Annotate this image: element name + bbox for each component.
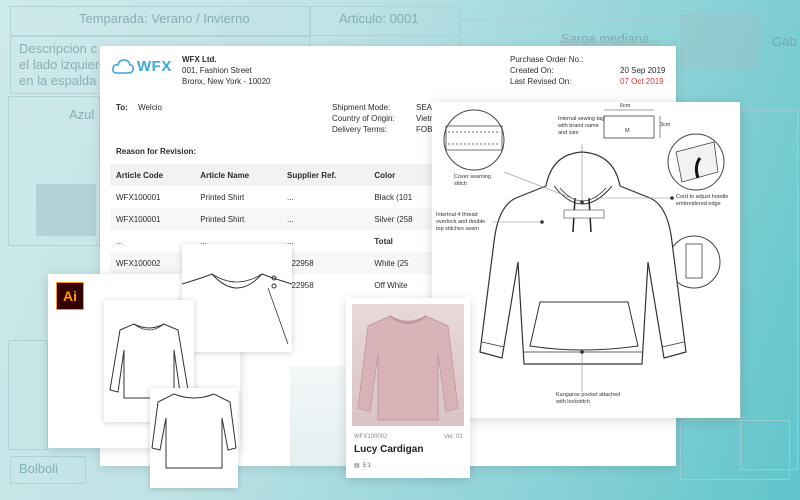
delivery-label: Delivery Terms: [332, 125, 387, 134]
column-header: Supplier Ref. [281, 164, 369, 186]
sweater-back-sketch [151, 393, 237, 469]
po-meta-labels: Purchase Order No.: Created On: Last Rev… [510, 54, 583, 87]
to-value: Welcio [138, 103, 162, 112]
revised-value: 07 Oct 2019 [620, 77, 664, 86]
table-cell: Printed Shirt [200, 192, 245, 202]
bg-footer-text: Bolboli [19, 461, 59, 476]
table-cell: Silver (258 [368, 208, 440, 230]
bg-article-cell: Articulo: 0001 [310, 6, 460, 36]
product-name: Lucy Cardigan [354, 444, 424, 455]
table-cell: Off White [374, 280, 408, 290]
cardigan-photo [357, 315, 459, 421]
table-cell: WFX100001 [110, 208, 195, 230]
shipment-mode-label: Shipment Mode: [332, 103, 391, 112]
table-cell: Printed Shirt [194, 208, 281, 230]
table-cell: ... [281, 208, 369, 230]
callout-cord: Cord to adjust hoodie embroidered edge [676, 194, 729, 207]
table-cell: Black (101 [374, 192, 413, 202]
address-line-1: 001, Fashion Street [182, 66, 252, 75]
column-header: Article Name [194, 164, 281, 186]
column-header: Color [368, 164, 440, 186]
bg-right-lower-cell [680, 420, 790, 480]
po-number-label: Purchase Order No.: [510, 55, 584, 64]
neckline-sketch [181, 273, 293, 345]
bg-side-label: Azul [69, 107, 95, 122]
created-label: Created On: [510, 66, 554, 75]
column-header: Article Code [110, 164, 195, 186]
table-header: Article Code Article Name Supplier Ref. … [110, 164, 440, 186]
country-label: Country of Origin: [332, 114, 395, 123]
layers-icon: ▤ [354, 463, 360, 469]
bg-print-swatch [36, 184, 96, 236]
wfx-logo: WFX [112, 58, 172, 75]
table-cell: WFX100001 [116, 192, 161, 202]
product-version: Ver. 01 [444, 434, 463, 440]
tag-size-letter: M [625, 128, 630, 134]
bg-fabric-short-text: Gab [772, 34, 797, 49]
callout-internal-tag: Internal sewing tag with brand name and … [558, 116, 605, 136]
table-cell: ... [287, 236, 294, 246]
product-image [352, 304, 464, 426]
hoodie-flat-sketch [443, 109, 725, 392]
address-line-2: Bronx, New York - 10020 [182, 77, 271, 86]
product-meta: ▤ 5:1 [354, 462, 372, 470]
table-cell: 122958 [281, 252, 369, 274]
cloud-icon [112, 58, 134, 74]
bg-season-cell: Temparada: Verano / Invierno [10, 6, 310, 36]
callout-overlock: Intertnal 4 thread overlock and double t… [436, 212, 486, 232]
sketch-card-neckline [181, 244, 293, 352]
illustrator-icon: Ai [56, 282, 84, 310]
bg-season-text: Temparada: Verano / Invierno [79, 11, 250, 26]
dim-height-label: 3cm [660, 122, 671, 128]
revised-label: Last Revised On: [510, 77, 572, 86]
table-row[interactable]: WFX100001 Printed Shirt ... Silver (258 [110, 208, 440, 230]
hoodie-spec-card: 6cm 3cm M Internal sewing tag with brand… [432, 102, 740, 418]
to-label: To: [116, 103, 128, 112]
dim-width-label: 6cm [620, 103, 631, 109]
product-code: WFX100002 [354, 434, 388, 440]
bg-right-cell [740, 110, 798, 470]
table-row[interactable]: WFX100001 Printed Shirt ... Black (101 [110, 186, 440, 208]
bg-footer-cell: Bolboli [10, 456, 86, 484]
bg-fabric-swatch-2 [680, 14, 760, 70]
callout-cover-seam: Cover seaming stitch [454, 174, 491, 187]
po-meta-values: 20 Sep 2019 07 Oct 2019 [620, 65, 665, 87]
bg-lower-cell [8, 340, 48, 450]
shipment-labels: Shipment Mode: Country of Origin: Delive… [332, 102, 395, 135]
table-cell: White (25 [368, 252, 440, 274]
company-block: WFX Ltd. 001, Fashion Street Bronx, New … [182, 54, 271, 87]
reason-label: Reason for Revision: [116, 147, 197, 156]
created-value: 20 Sep 2019 [620, 66, 666, 75]
product-card-cardigan[interactable]: WFX100002 Ver. 01 Lucy Cardigan ▤ 5:1 [346, 298, 470, 478]
callout-pocket: Kangaroo pocket attached with lockstitch [556, 392, 621, 405]
table-cell: 122958 [287, 280, 314, 290]
illustrator-badge-text: Ai [63, 288, 77, 304]
to-block: To: Welcio [116, 102, 162, 113]
product-meta-text: 5:1 [362, 462, 372, 469]
sketch-card-back [150, 388, 238, 488]
bg-article-text: Articulo: 0001 [339, 11, 419, 26]
logo-text: WFX [137, 58, 172, 75]
table-cell: Total [374, 236, 393, 246]
company-name: WFX Ltd. [182, 55, 217, 64]
table-cell: ... [287, 192, 294, 202]
